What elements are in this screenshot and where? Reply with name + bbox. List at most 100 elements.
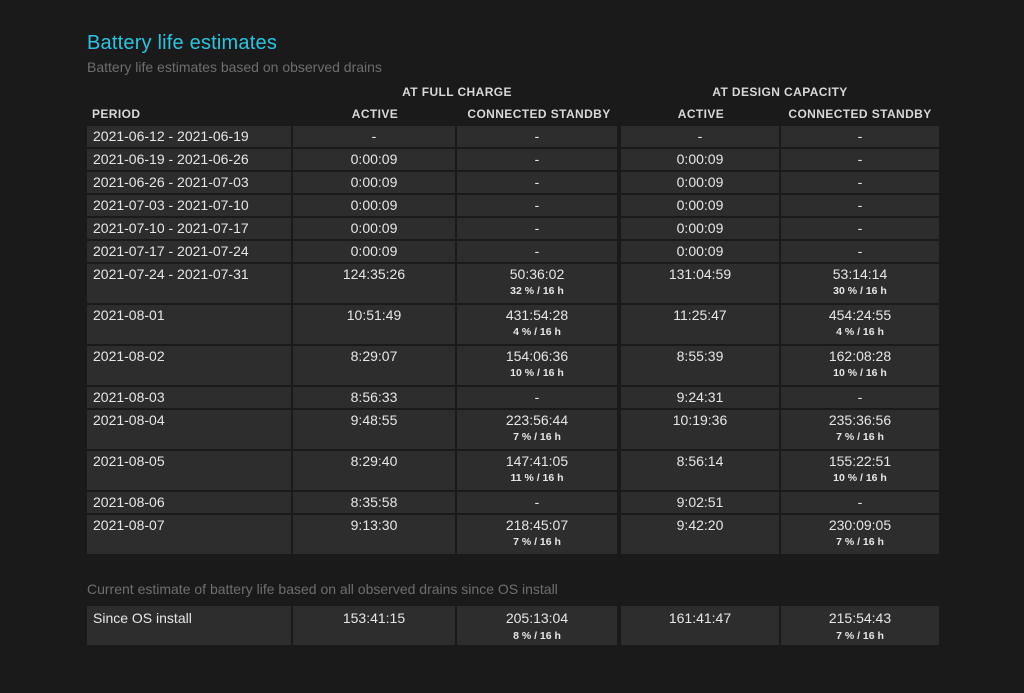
design-active-value: 9:02:51 [676,494,724,510]
cell-design-standby: - [781,149,939,170]
cell-period: 2021-08-04 [87,410,293,449]
design-standby-value: 454:24:55 [828,307,892,323]
full-active-value: 0:00:09 [350,174,398,190]
os-full-active-cell: 153:41:15 [293,606,457,645]
os-design-standby-cell: 215:54:43 7 % / 16 h [781,606,939,645]
table-row: 2021-08-03 8:56:33 - 9:24:31 - [87,387,939,408]
design-standby-value: - [857,151,863,167]
cell-design-active: 0:00:09 [621,241,781,262]
period-value: 2021-06-26 - 2021-07-03 [93,174,249,190]
period-value: 2021-06-19 - 2021-06-26 [93,151,249,167]
os-full-active: 153:41:15 [342,610,406,626]
cell-full-standby: 223:56:44 7 % / 16 h [457,410,621,449]
period-value: 2021-08-07 [93,517,165,533]
os-period: Since OS install [93,610,192,626]
design-active-value: 131:04:59 [668,266,732,282]
design-standby-value: - [857,197,863,213]
period-value: 2021-08-04 [93,412,165,428]
cell-design-active: 10:19:36 [621,410,781,449]
header-full-active: ACTIVE [351,107,399,121]
cell-design-active: 9:24:31 [621,387,781,408]
period-value: 2021-07-10 - 2021-07-17 [93,220,249,236]
design-standby-value: - [857,494,863,510]
design-active-value: 11:25:47 [673,307,727,323]
cell-design-standby: 235:36:56 7 % / 16 h [781,410,939,449]
page-title: Battery life estimates [87,32,278,54]
cell-period: 2021-08-07 [87,515,293,554]
cell-full-active: 8:35:58 [293,492,457,513]
design-standby-percent: 10 % / 16 h [833,367,887,379]
cell-full-active: 0:00:09 [293,218,457,239]
period-value: 2021-08-02 [93,348,165,364]
full-active-value: 8:56:33 [350,389,398,405]
design-active-value: 10:19:36 [672,412,728,428]
cell-period: 2021-07-03 - 2021-07-10 [87,195,293,216]
cell-period: 2021-08-02 [87,346,293,385]
full-standby-value: - [534,389,540,405]
period-value: 2021-08-03 [93,389,165,405]
design-standby-percent: 7 % / 16 h [836,431,884,443]
table-row: 2021-06-12 - 2021-06-19 - - - - [87,126,939,147]
design-standby-value: 155:22:51 [828,453,892,469]
full-standby-value: 223:56:44 [505,412,569,428]
cell-full-active: - [293,126,457,147]
cell-design-standby: 53:14:14 30 % / 16 h [781,264,939,303]
design-standby-percent: 30 % / 16 h [833,285,887,297]
table-row: 2021-08-02 8:29:07 154:06:36 10 % / 16 h 8:5… [87,346,939,385]
os-design-active: 161:41:47 [668,610,732,626]
cell-period: 2021-07-17 - 2021-07-24 [87,241,293,262]
cell-period: 2021-08-06 [87,492,293,513]
full-active-value: 0:00:09 [350,151,398,167]
header-period: PERIOD [92,107,141,121]
design-standby-value: 235:36:56 [828,412,892,428]
design-active-value: 9:24:31 [676,389,724,405]
cell-full-active: 0:00:09 [293,172,457,193]
cell-full-active: 9:13:30 [293,515,457,554]
cell-full-standby: 431:54:28 4 % / 16 h [457,305,621,344]
cell-design-active: 11:25:47 [621,305,781,344]
cell-period: 2021-07-24 - 2021-07-31 [87,264,293,303]
full-standby-value: - [534,220,540,236]
table-row: 2021-07-24 - 2021-07-31 124:35:26 50:36:02… [87,264,939,303]
design-standby-value: - [857,174,863,190]
design-standby-value: 162:08:28 [828,348,892,364]
os-design-active-cell: 161:41:47 [621,606,781,645]
full-active-value: 8:35:58 [350,494,398,510]
design-standby-value: - [857,243,863,259]
full-standby-value: - [534,197,540,213]
cell-full-active: 8:29:40 [293,451,457,490]
design-active-value: 0:00:09 [676,174,724,190]
table-row: 2021-06-26 - 2021-07-03 0:00:09 - 0:00:09 - [87,172,939,193]
header-design-standby: CONNECTED STANDBY [788,107,932,121]
full-standby-percent: 10 % / 16 h [510,367,564,379]
cell-full-standby: 50:36:02 32 % / 16 h [457,264,621,303]
full-standby-value: - [534,151,540,167]
cell-full-standby: 218:45:07 7 % / 16 h [457,515,621,554]
cell-design-standby: - [781,195,939,216]
header-design-capacity: AT DESIGN CAPACITY [712,85,848,99]
cell-full-active: 124:35:26 [293,264,457,303]
design-active-value: 8:55:39 [676,348,724,364]
table-row: 2021-07-03 - 2021-07-10 0:00:09 - 0:00:09 - [87,195,939,216]
cell-full-standby: - [457,149,621,170]
period-value: 2021-08-01 [93,307,165,323]
full-standby-percent: 7 % / 16 h [513,536,561,548]
battery-report-page: Battery life estimates Battery life esti… [0,0,1024,693]
cell-full-standby: - [457,218,621,239]
full-standby-percent: 4 % / 16 h [513,326,561,338]
full-standby-value: 431:54:28 [505,307,569,323]
full-active-value: 0:00:09 [350,197,398,213]
cell-full-standby: - [457,126,621,147]
cell-period: 2021-06-26 - 2021-07-03 [87,172,293,193]
os-install-table: Since OS install 153:41:15 205:13:04 8 %… [87,604,939,647]
os-design-standby-sub: 7 % / 16 h [836,630,884,642]
battery-estimates-table: AT FULL CHARGE AT DESIGN CAPACITY PERIOD… [87,80,939,556]
design-standby-percent: 4 % / 16 h [836,326,884,338]
cell-design-active: 8:56:14 [621,451,781,490]
cell-full-active: 9:48:55 [293,410,457,449]
cell-period: 2021-06-19 - 2021-06-26 [87,149,293,170]
cell-full-standby: 154:06:36 10 % / 16 h [457,346,621,385]
cell-full-active: 0:00:09 [293,149,457,170]
full-standby-value: 147:41:05 [505,453,569,469]
table-row: 2021-08-06 8:35:58 - 9:02:51 - [87,492,939,513]
